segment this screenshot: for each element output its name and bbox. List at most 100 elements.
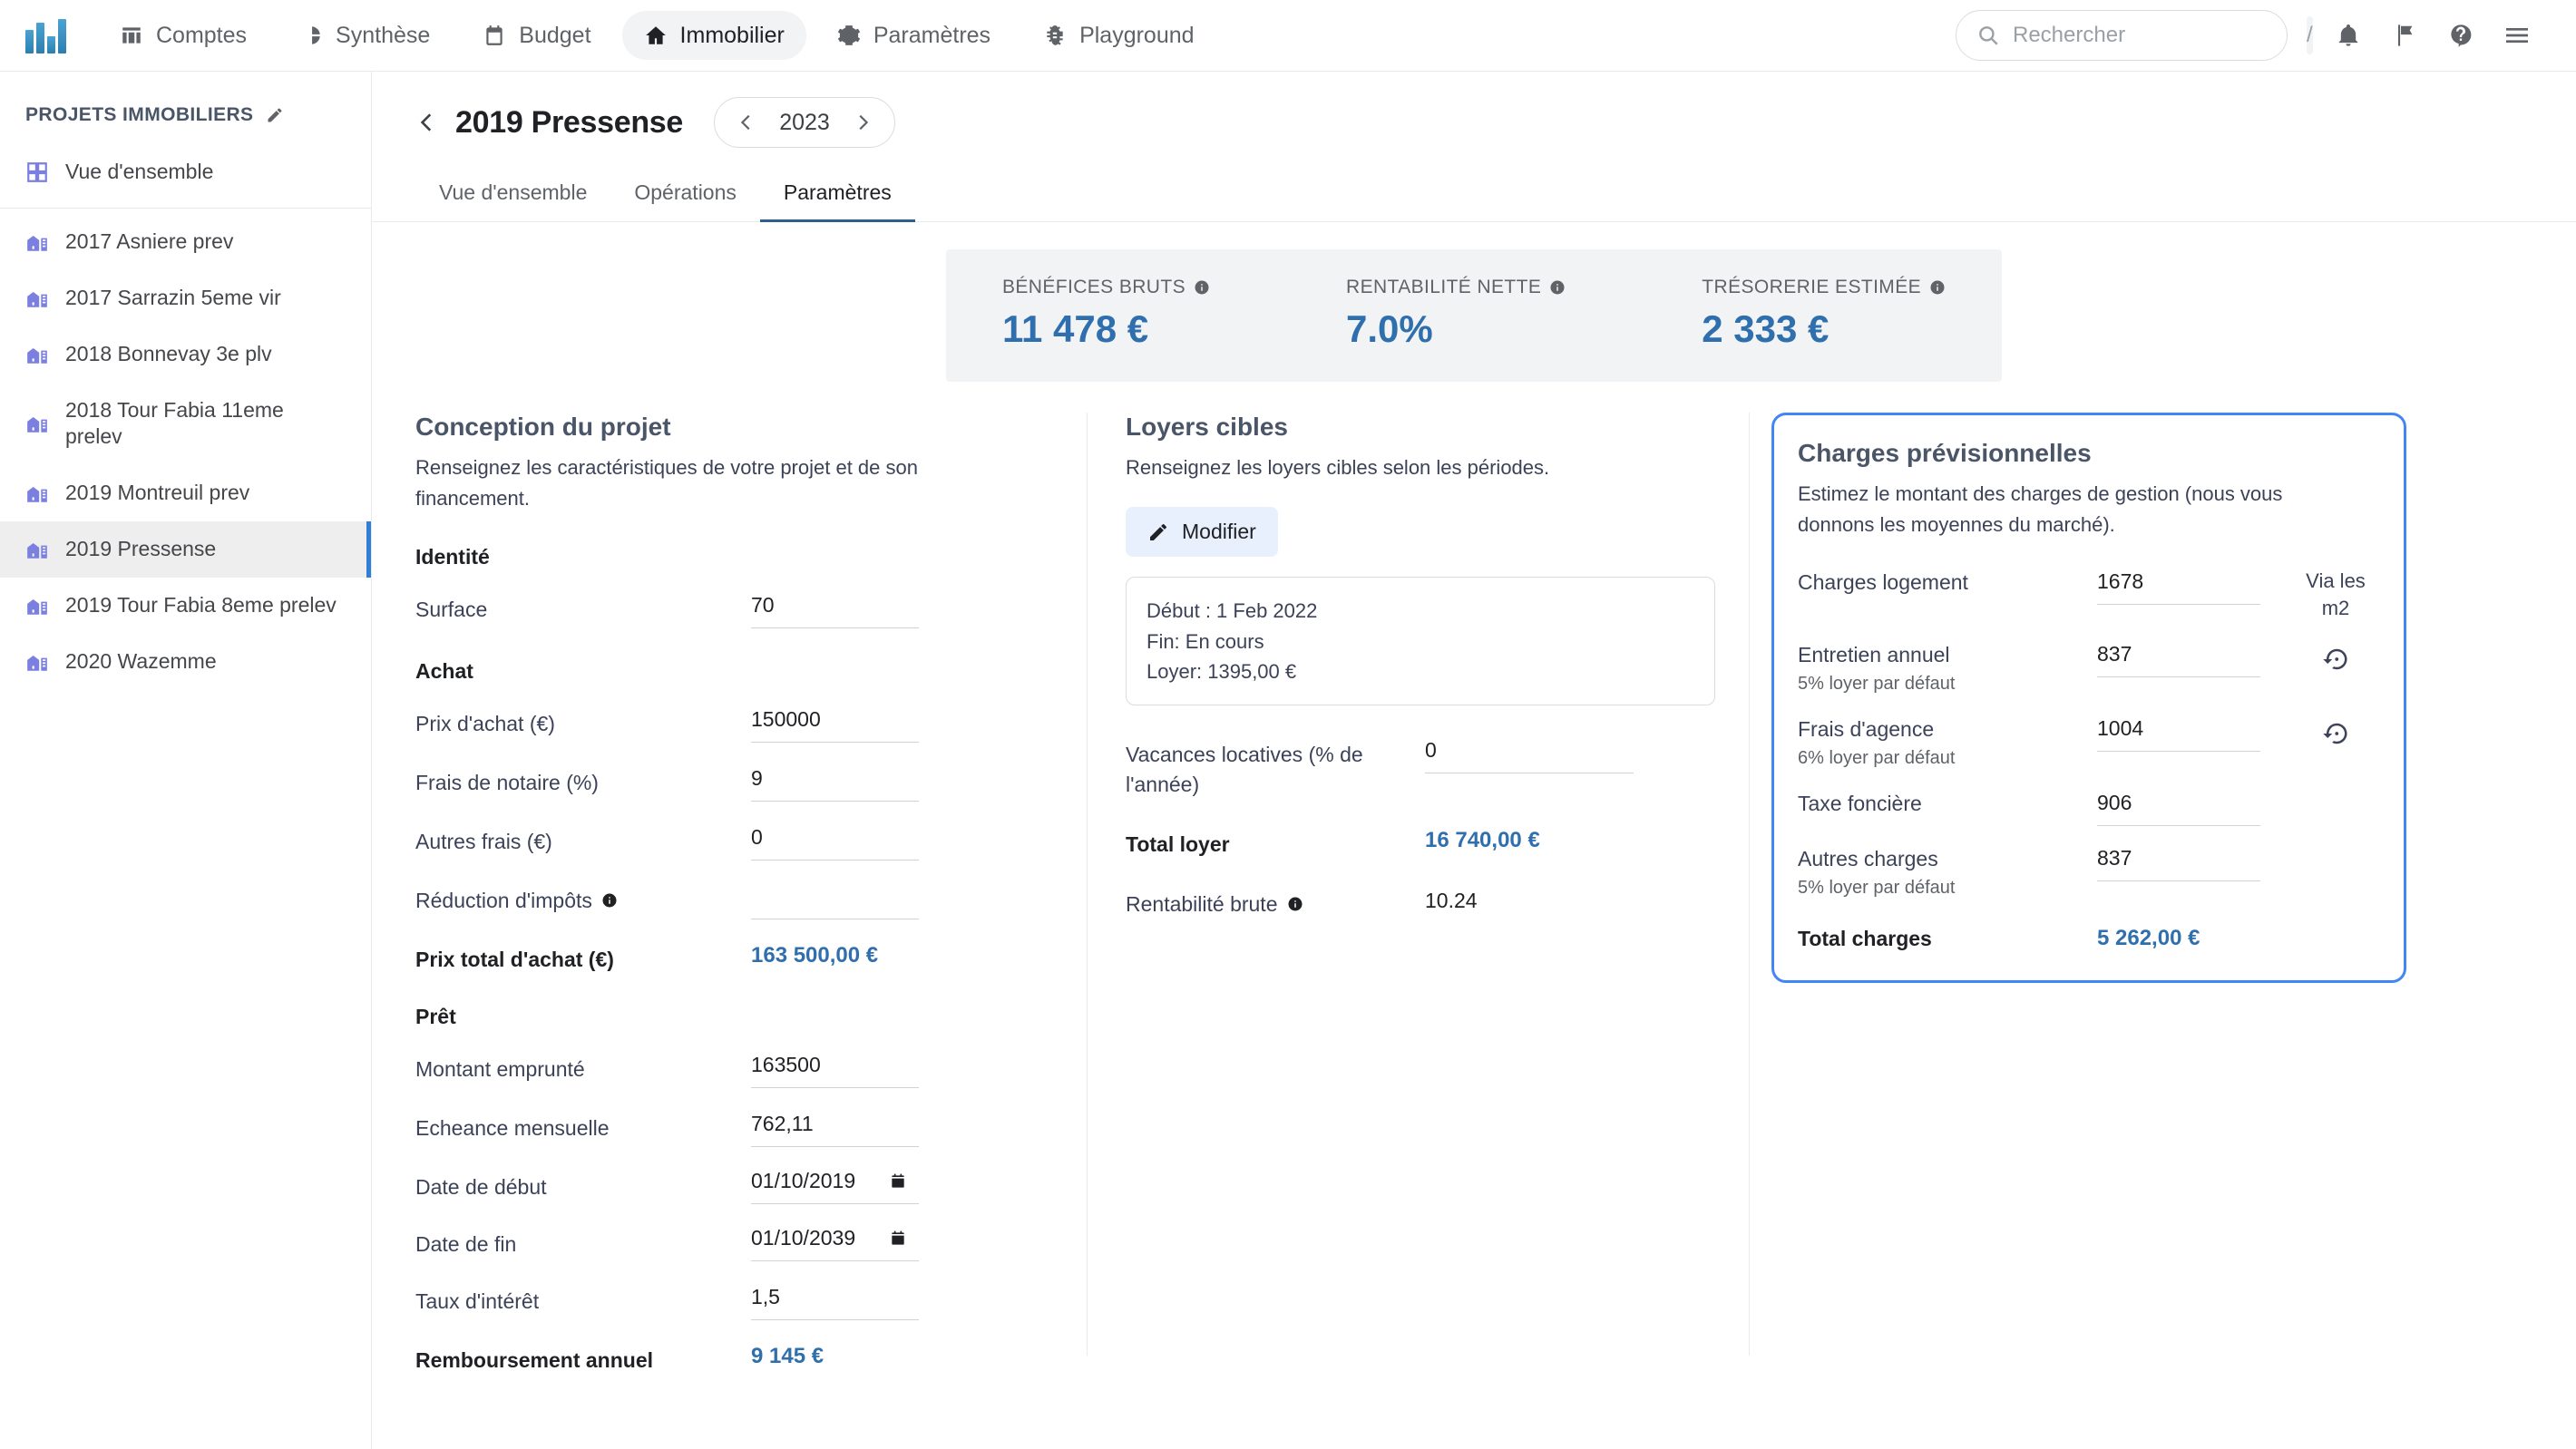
info-icon[interactable] — [601, 892, 618, 909]
loyers-cibles-section: Loyers cibles Renseignez les loyers cibl… — [1087, 413, 1749, 1356]
field-label: Taux d'intérêt — [415, 1283, 751, 1316]
hamburger-menu-icon[interactable] — [2489, 7, 2545, 63]
field-label: Total charges — [1798, 924, 2097, 953]
period-loyer: Loyer: 1395,00 € — [1147, 656, 1694, 686]
echeance-mensuelle-input[interactable] — [751, 1110, 919, 1147]
bell-icon[interactable] — [2320, 7, 2376, 63]
taux-interet-input[interactable] — [751, 1283, 919, 1320]
prix-achat-input[interactable] — [751, 705, 919, 743]
sidebar-item-label: 2020 Wazemme — [65, 648, 217, 676]
info-icon[interactable] — [1929, 279, 1946, 296]
calendar-icon[interactable] — [889, 1229, 907, 1249]
charges-previsionnelles-section: Charges prévisionnelles Estimez le monta… — [1749, 413, 2465, 1356]
kpi-value: 2 333 € — [1702, 307, 1946, 351]
sidebar-title-row: PROJETS IMMOBILIERS — [0, 92, 371, 144]
info-icon[interactable] — [1287, 896, 1303, 912]
field-label: Rentabilité brute — [1126, 886, 1425, 919]
date-fin-input[interactable] — [751, 1226, 878, 1250]
tab-operations[interactable]: Opérations — [610, 168, 760, 222]
nav-item-playground[interactable]: Playground — [1021, 11, 1215, 60]
chevron-left-icon[interactable] — [731, 112, 762, 132]
autres-charges-input[interactable] — [2097, 844, 2260, 881]
sidebar-item-2018-tour-fabia-11eme-prelev[interactable]: 2018 Tour Fabia 11eme prelev — [0, 383, 371, 466]
sidebar: PROJETS IMMOBILIERS Vue d'ensemble 2017 … — [0, 72, 372, 1449]
charges-card: Charges prévisionnelles Estimez le monta… — [1771, 413, 2406, 983]
search-box[interactable]: / — [1956, 10, 2288, 61]
nav-item-budget[interactable]: Budget — [461, 11, 612, 60]
montant-emprunte-input[interactable] — [751, 1051, 919, 1088]
home-icon — [644, 24, 668, 47]
sidebar-item-2019-tour-fabia-8eme-prelev[interactable]: 2019 Tour Fabia 8eme prelev — [0, 578, 371, 634]
kpi-label-text: RENTABILITÉ NETTE — [1346, 277, 1541, 298]
info-icon[interactable] — [1194, 279, 1210, 296]
loyer-period-card[interactable]: Début : 1 Feb 2022 Fin: En cours Loyer: … — [1126, 577, 1715, 705]
nav-label: Playground — [1079, 23, 1194, 49]
modifier-button[interactable]: Modifier — [1126, 507, 1278, 557]
restore-icon[interactable] — [2295, 715, 2376, 747]
grid-icon — [25, 160, 49, 184]
field-reduction-impots: Réduction d'impôts — [415, 882, 1050, 919]
charges-logement-input[interactable] — [2097, 568, 2260, 605]
sidebar-item-label: 2019 Tour Fabia 8eme prelev — [65, 592, 337, 619]
chevron-left-icon[interactable] — [415, 111, 439, 134]
kpi-label: RENTABILITÉ NETTE — [1346, 277, 1566, 298]
kpi-bar: BÉNÉFICES BRUTS 11 478 € RENTABILITÉ NET… — [946, 249, 2002, 382]
sidebar-item-2018-bonnevay-3e-plv[interactable]: 2018 Bonnevay 3e plv — [0, 326, 371, 383]
search-input[interactable] — [2013, 23, 2294, 48]
conception-section: Conception du projet Renseignez les cara… — [415, 413, 1087, 1356]
nav-item-comptes[interactable]: Comptes — [98, 11, 268, 60]
reduction-impots-input[interactable] — [751, 882, 919, 919]
autres-frais-input[interactable] — [751, 823, 919, 861]
field-autres-frais: Autres frais (€) — [415, 823, 1050, 861]
sidebar-item-2019-montreuil-prev[interactable]: 2019 Montreuil prev — [0, 465, 371, 521]
taxe-fonciere-input[interactable] — [2097, 789, 2260, 826]
building-icon — [25, 650, 49, 674]
frais-agence-input[interactable] — [2097, 715, 2260, 752]
sidebar-item-2019-pressense[interactable]: 2019 Pressense — [0, 521, 371, 578]
app-logo[interactable] — [25, 17, 67, 53]
field-date-fin: Date de fin — [415, 1226, 1050, 1261]
field-label: Taxe foncière — [1798, 789, 2097, 818]
sidebar-item-2017-asniere-prev[interactable]: 2017 Asniere prev — [0, 214, 371, 270]
sidebar-item-label: Vue d'ensemble — [65, 159, 213, 186]
kpi-value: 7.0% — [1346, 307, 1566, 351]
nav-item-immobilier[interactable]: Immobilier — [622, 11, 806, 60]
nav-item-parametres[interactable]: Paramètres — [815, 11, 1012, 60]
sidebar-title: PROJETS IMMOBILIERS — [25, 104, 253, 126]
flag-icon[interactable] — [2376, 7, 2433, 63]
sidebar-item-label: 2019 Pressense — [65, 536, 216, 563]
chevron-right-icon[interactable] — [847, 112, 878, 132]
entretien-annuel-input[interactable] — [2097, 640, 2260, 677]
sidebar-item-2020-wazemme[interactable]: 2020 Wazemme — [0, 634, 371, 690]
section-description: Renseignez les loyers cibles selon les p… — [1126, 452, 1712, 483]
nav-label: Comptes — [156, 23, 247, 49]
tab-vue-densemble[interactable]: Vue d'ensemble — [415, 168, 610, 222]
frais-notaire-input[interactable] — [751, 764, 919, 802]
via-les-m2-link[interactable]: Via les m2 — [2295, 568, 2376, 621]
kpi-label-text: TRÉSORERIE ESTIMÉE — [1702, 277, 1921, 298]
sidebar-item-2017-sarrazin-5eme-vir[interactable]: 2017 Sarrazin 5eme vir — [0, 270, 371, 326]
date-debut-field[interactable] — [751, 1169, 919, 1204]
vacances-locatives-input[interactable] — [1425, 736, 1634, 773]
calendar-icon[interactable] — [889, 1172, 907, 1191]
field-sublabel: 5% loyer par défaut — [1798, 671, 2097, 696]
nav-item-synthese[interactable]: Synthèse — [278, 11, 452, 60]
tab-parametres[interactable]: Paramètres — [760, 168, 915, 222]
surface-input[interactable] — [751, 591, 919, 628]
pencil-icon[interactable] — [266, 106, 284, 124]
kpi-section: BÉNÉFICES BRUTS 11 478 € RENTABILITÉ NET… — [372, 222, 2576, 382]
field-remboursement-annuel: Remboursement annuel 9 145 € — [415, 1342, 1050, 1375]
sidebar-item-vue-densemble[interactable]: Vue d'ensemble — [0, 144, 371, 200]
field-label: Autres charges 5% loyer par défaut — [1798, 844, 2097, 900]
pie-chart-icon — [299, 24, 323, 47]
restore-icon[interactable] — [2295, 640, 2376, 673]
date-debut-input[interactable] — [751, 1169, 878, 1193]
subsection-achat: Achat — [415, 659, 1050, 684]
kpi-label: TRÉSORERIE ESTIMÉE — [1702, 277, 1946, 298]
date-fin-field[interactable] — [751, 1226, 919, 1261]
section-description: Estimez le montant des charges de gestio… — [1798, 479, 2360, 540]
info-icon[interactable] — [1549, 279, 1566, 296]
field-sublabel: 5% loyer par défaut — [1798, 875, 2097, 900]
restore-placeholder — [2295, 844, 2376, 850]
help-icon[interactable] — [2433, 7, 2489, 63]
